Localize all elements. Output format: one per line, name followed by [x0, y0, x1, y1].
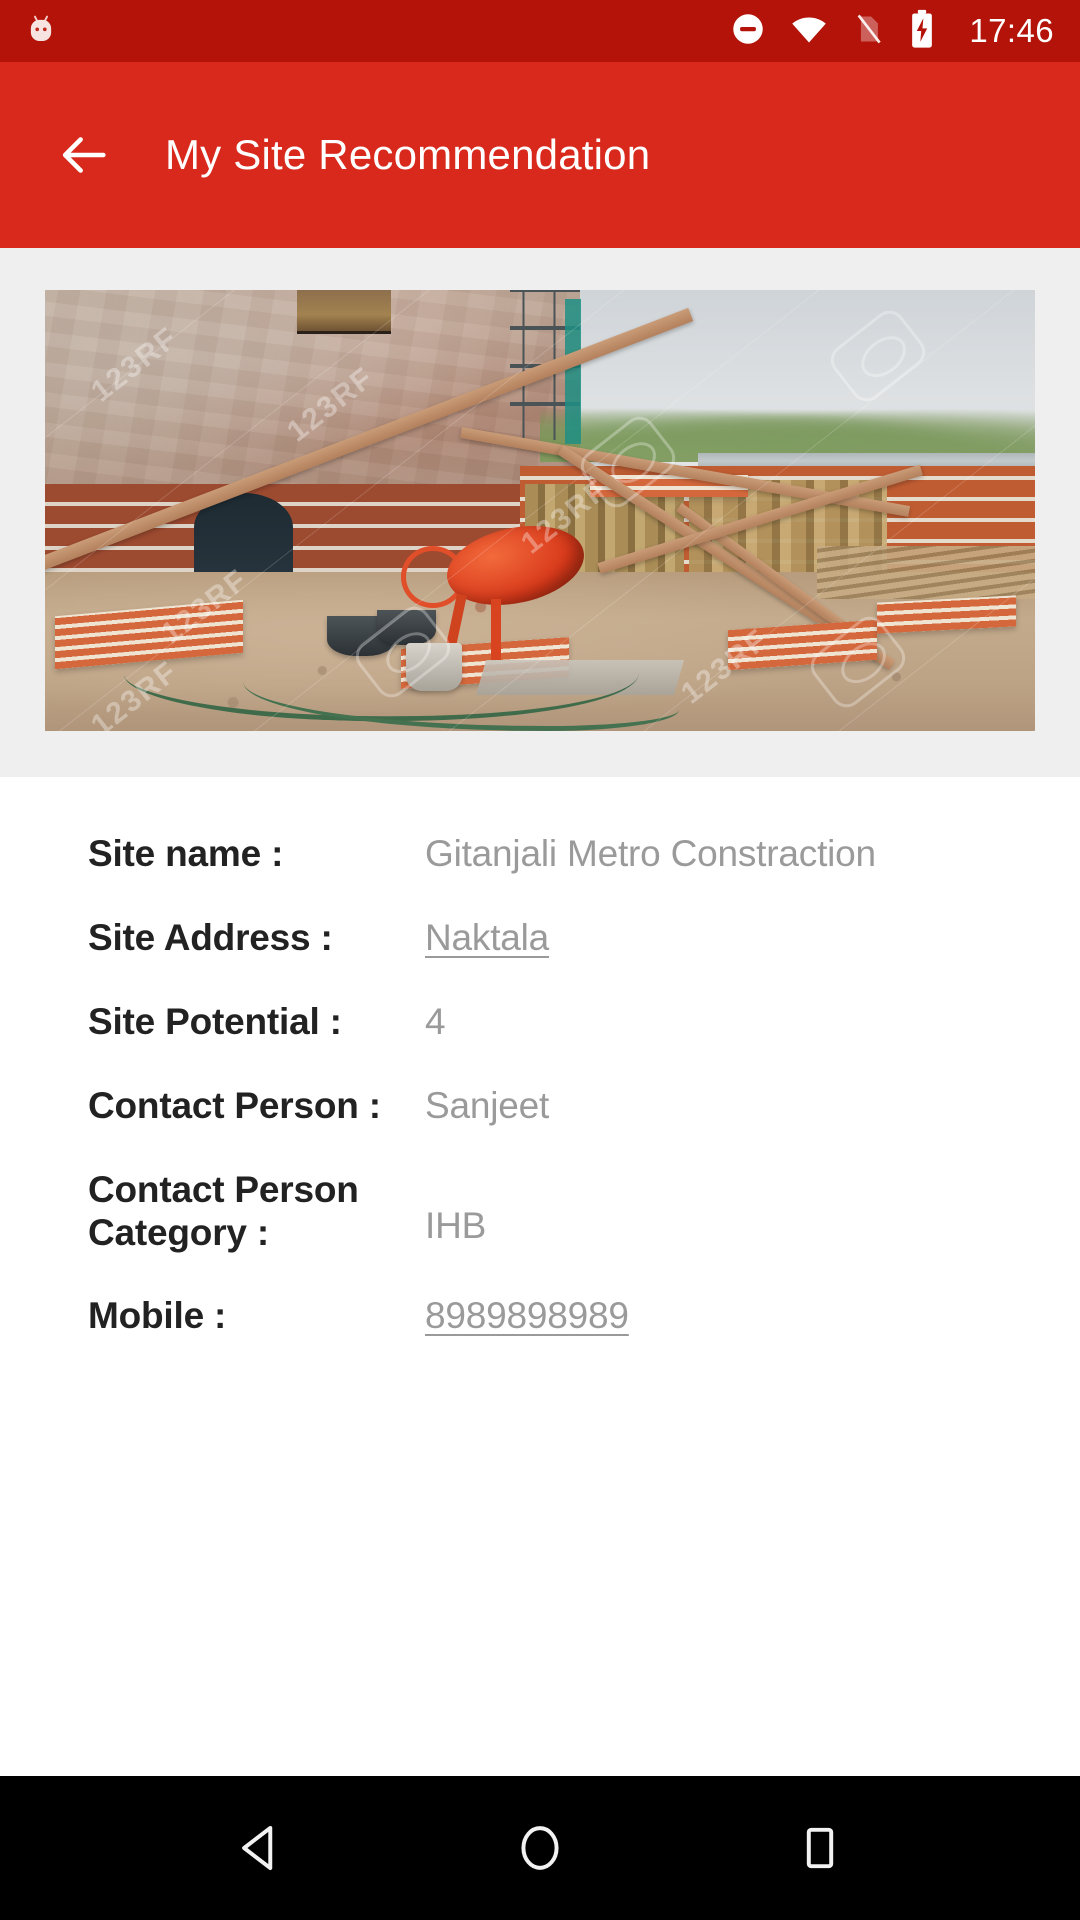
detail-row-site-address: Site Address : Naktala — [0, 917, 1080, 960]
detail-row-mobile: Mobile : 8989898989 — [0, 1295, 1080, 1338]
status-bar-right: 17:46 — [729, 9, 1054, 54]
android-mascot-icon — [22, 10, 60, 53]
no-sim-card-icon — [851, 10, 885, 53]
do-not-disturb-icon — [729, 10, 767, 53]
detail-value-mobile[interactable]: 8989898989 — [425, 1295, 992, 1338]
nav-recents-icon[interactable] — [760, 1788, 880, 1908]
detail-row-contact-person: Contact Person : Sanjeet — [0, 1085, 1080, 1128]
detail-row-contact-person-category: Contact Person Category : IHB — [0, 1169, 1080, 1255]
detail-value-contact-person-category: IHB — [425, 1204, 487, 1246]
system-navigation-bar — [0, 1776, 1080, 1920]
detail-value-site-address[interactable]: Naktala — [425, 917, 992, 960]
detail-value-site-name: Gitanjali Metro Constraction — [425, 833, 876, 874]
status-bar-clock: 17:46 — [969, 12, 1054, 49]
detail-label: Contact Person Category : — [88, 1168, 359, 1253]
photo-banner-section: 123RF 123RF 123RF 123RF 123RF 123RF — [0, 248, 1080, 777]
detail-label: Site name : — [88, 833, 284, 874]
detail-row-site-name: Site name : Gitanjali Metro Constraction — [0, 833, 1080, 876]
phone-screen: 17:46 My Site Recommendation 123RF 123RF… — [0, 0, 1080, 1920]
page-title: My Site Recommendation — [165, 131, 651, 178]
detail-label: Contact Person : — [88, 1084, 381, 1126]
status-bar-left — [22, 10, 60, 53]
back-arrow-icon[interactable] — [48, 119, 120, 191]
detail-label: Site Address : — [88, 916, 333, 958]
detail-label: Site Potential : — [88, 1000, 342, 1042]
detail-value-contact-person: Sanjeet — [425, 1084, 550, 1126]
detail-value-site-potential: 4 — [425, 1000, 446, 1042]
site-details-list: Site name : Gitanjali Metro Constraction… — [0, 777, 1080, 1920]
nav-home-icon[interactable] — [480, 1788, 600, 1908]
status-bar: 17:46 — [0, 0, 1080, 62]
wifi-icon — [789, 10, 829, 53]
nav-back-icon[interactable] — [200, 1788, 320, 1908]
detail-row-site-potential: Site Potential : 4 — [0, 1001, 1080, 1044]
app-bar: My Site Recommendation — [0, 62, 1080, 248]
battery-charging-icon — [907, 9, 937, 54]
detail-label: Mobile : — [88, 1295, 227, 1337]
site-photo[interactable]: 123RF 123RF 123RF 123RF 123RF 123RF — [45, 290, 1035, 731]
